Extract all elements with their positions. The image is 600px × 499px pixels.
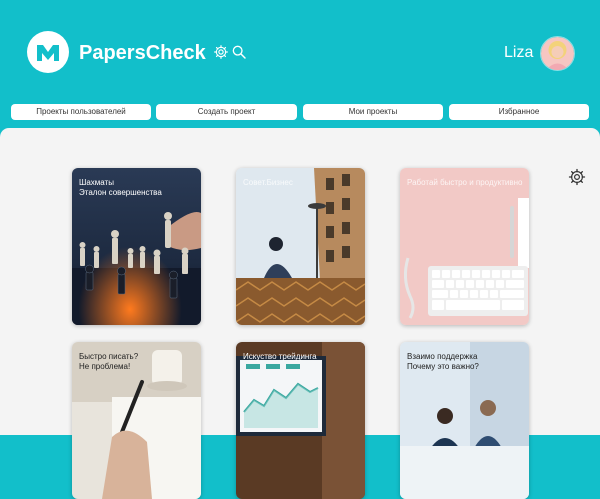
card-subtitle: Не проблема! (79, 362, 131, 371)
card-caption: Искуство трейдинга (243, 352, 359, 362)
card-caption: Быстро писать? Не проблема! (79, 352, 195, 372)
card-title: Совет.Бизнес (243, 178, 293, 187)
settings-gear-icon[interactable] (568, 168, 586, 186)
search-icon[interactable] (231, 44, 247, 60)
project-card-writing[interactable]: Быстро писать? Не проблема! (72, 342, 201, 499)
avatar[interactable] (540, 36, 575, 71)
project-card-support[interactable]: Взаимо поддержка Почему это важно? (400, 342, 529, 499)
nav-user-projects[interactable]: Проекты пользователей (11, 104, 151, 120)
card-caption: Совет.Бизнес (243, 178, 359, 188)
card-caption: Работай быстро и продуктивно (407, 178, 523, 188)
nav-create-project[interactable]: Создать проект (156, 104, 297, 120)
business-image (236, 168, 365, 325)
card-title: Работай быстро и продуктивно (407, 178, 523, 187)
card-title: Искуство трейдинга (243, 352, 317, 361)
card-title: Взаимо поддержка (407, 352, 478, 361)
card-subtitle: Почему это важно? (407, 362, 479, 371)
user-name[interactable]: Liza (504, 43, 533, 63)
nav-favorites[interactable]: Избранное (449, 104, 589, 120)
trading-image (236, 342, 365, 499)
app-brand: PapersCheck (79, 42, 206, 64)
project-card-productivity[interactable]: Работай быстро и продуктивно (400, 168, 529, 325)
nav-my-projects[interactable]: Мои проекты (303, 104, 443, 120)
desk-image (400, 168, 529, 325)
project-card-business[interactable]: Совет.Бизнес (236, 168, 365, 325)
project-card-trading[interactable]: Искуство трейдинга (236, 342, 365, 499)
project-card-chess[interactable]: Шахматы Эталон совершенства (72, 168, 201, 325)
gear-icon[interactable] (213, 44, 229, 60)
card-subtitle: Эталон совершенства (79, 188, 162, 197)
logo-icon[interactable] (27, 31, 69, 73)
card-caption: Шахматы Эталон совершенства (79, 178, 195, 198)
card-title: Шахматы (79, 178, 114, 187)
card-title: Быстро писать? (79, 352, 139, 361)
card-caption: Взаимо поддержка Почему это важно? (407, 352, 523, 372)
